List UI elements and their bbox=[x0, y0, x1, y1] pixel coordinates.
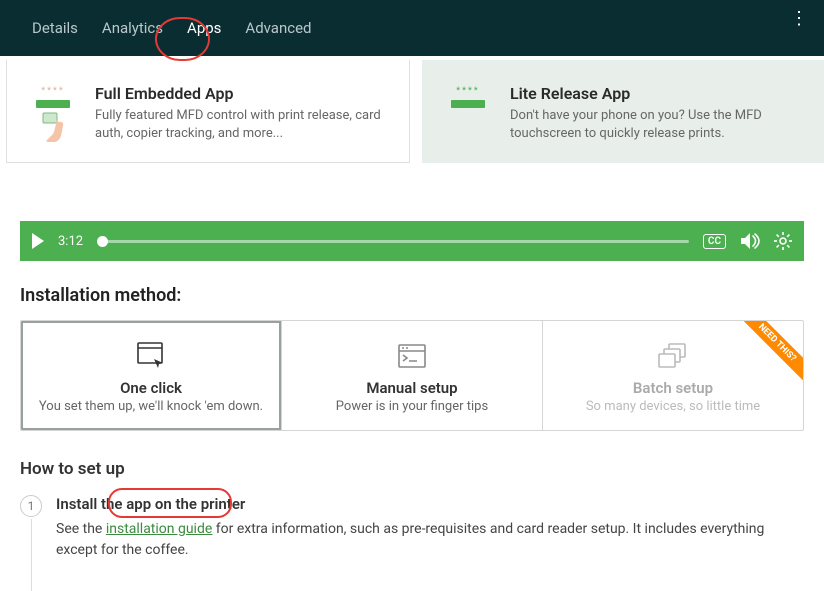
badge-bar bbox=[36, 100, 70, 108]
badge-stars: **** bbox=[456, 86, 480, 96]
app-badge: **** bbox=[440, 84, 496, 145]
badge-stars: **** bbox=[41, 86, 65, 96]
app-title: Lite Release App bbox=[510, 84, 806, 103]
app-description: Don't have your phone on you? Use the MF… bbox=[510, 107, 806, 142]
app-card-full-embedded[interactable]: **** Full Embedded App Fully featured MF… bbox=[6, 60, 410, 163]
tab-apps[interactable]: Apps bbox=[175, 0, 233, 56]
window-cursor-icon bbox=[31, 339, 271, 373]
video-time: 3:12 bbox=[58, 234, 83, 249]
app-info: Lite Release App Don't have your phone o… bbox=[510, 84, 806, 145]
tab-advanced[interactable]: Advanced bbox=[233, 0, 323, 56]
method-subtitle: So many devices, so little time bbox=[553, 399, 793, 414]
step-title: Install the app on the printer bbox=[56, 495, 804, 513]
app-info: Full Embedded App Fully featured MFD con… bbox=[95, 84, 391, 144]
app-badge: **** bbox=[25, 84, 81, 144]
app-description: Fully featured MFD control with print re… bbox=[95, 107, 391, 142]
video-player: 3:12 CC bbox=[20, 163, 804, 261]
method-manual-setup[interactable]: Manual setup Power is in your finger tip… bbox=[282, 321, 543, 430]
video-controls: 3:12 CC bbox=[20, 221, 804, 261]
tab-analytics[interactable]: Analytics bbox=[90, 0, 175, 56]
app-card-lite-release[interactable]: **** Lite Release App Don't have your ph… bbox=[422, 60, 824, 163]
tab-details[interactable]: Details bbox=[20, 0, 90, 56]
method-one-click[interactable]: One click You set them up, we'll knock '… bbox=[21, 321, 282, 430]
step-connector-line bbox=[31, 519, 32, 591]
hand-tap-icon bbox=[39, 112, 67, 144]
step-description: See the installation guide for extra inf… bbox=[56, 519, 804, 561]
method-batch-setup[interactable]: NEED THIS? Batch setup So many devices, … bbox=[543, 321, 803, 430]
installation-guide-link[interactable]: installation guide bbox=[106, 521, 212, 537]
closed-captions-button[interactable]: CC bbox=[703, 234, 726, 249]
method-subtitle: Power is in your finger tips bbox=[292, 399, 532, 414]
setup-step: 1 Install the app on the printer See the… bbox=[20, 495, 804, 571]
how-to-set-up-heading: How to set up bbox=[20, 459, 804, 479]
app-cards-row: **** Full Embedded App Fully featured MF… bbox=[0, 60, 824, 163]
volume-icon[interactable] bbox=[740, 232, 760, 250]
top-nav-bar: Details Analytics Apps Advanced ⋮ bbox=[0, 0, 824, 56]
installation-methods: One click You set them up, we'll knock '… bbox=[20, 320, 804, 431]
method-title: One click bbox=[31, 379, 271, 397]
video-progress-bar[interactable] bbox=[97, 240, 689, 243]
video-canvas[interactable] bbox=[20, 163, 804, 221]
badge-bar bbox=[451, 100, 485, 108]
settings-gear-icon[interactable] bbox=[774, 232, 792, 250]
progress-handle[interactable] bbox=[97, 236, 108, 247]
method-title: Manual setup bbox=[292, 379, 532, 397]
method-subtitle: You set them up, we'll knock 'em down. bbox=[31, 399, 271, 414]
kebab-menu-icon[interactable]: ⋮ bbox=[786, 4, 812, 33]
step-number: 1 bbox=[20, 495, 42, 517]
step-desc-text: See the bbox=[56, 521, 106, 537]
need-this-ribbon[interactable]: NEED THIS? bbox=[735, 321, 803, 389]
installation-method-heading: Installation method: bbox=[20, 285, 804, 306]
terminal-icon bbox=[292, 339, 532, 373]
play-icon[interactable] bbox=[32, 233, 44, 249]
app-title: Full Embedded App bbox=[95, 84, 391, 103]
